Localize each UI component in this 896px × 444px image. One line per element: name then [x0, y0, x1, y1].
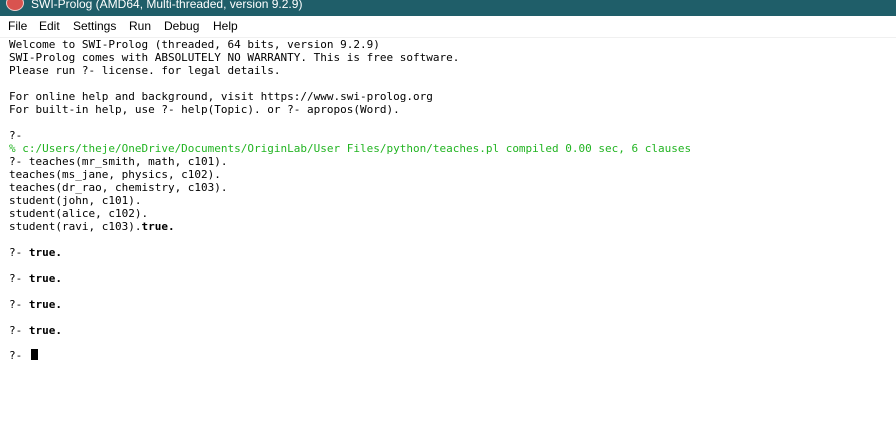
- answer: true.: [28, 298, 62, 311]
- title-bar: SWI-Prolog (AMD64, Multi-threaded, versi…: [0, 0, 896, 16]
- menu-edit[interactable]: Edit: [39, 19, 60, 34]
- swi-prolog-owl-icon[interactable]: [6, 0, 24, 11]
- query-line: student(ravi, c103).true.: [9, 220, 175, 233]
- prompt: ?-: [9, 246, 29, 259]
- answer: true.: [28, 272, 62, 285]
- answer: true.: [28, 324, 62, 337]
- console-output[interactable]: Welcome to SWI-Prolog (threaded, 64 bits…: [9, 37, 889, 437]
- menu-run[interactable]: Run: [129, 19, 151, 34]
- result-line: ?- true.: [9, 246, 62, 259]
- menu-file[interactable]: File: [8, 19, 27, 34]
- banner-line: For online help and background, visit ht…: [9, 90, 433, 103]
- menu-debug[interactable]: Debug: [164, 19, 199, 34]
- query-line: student(john, c101).: [9, 194, 142, 207]
- query-text: student(ravi, c103).: [9, 220, 142, 233]
- result-line: ?- true.: [9, 324, 62, 337]
- prompt: ?-: [9, 272, 29, 285]
- result-line: ?- true.: [9, 298, 62, 311]
- banner-line: For built-in help, use ?- help(Topic). o…: [9, 103, 400, 116]
- query-line: student(alice, c102).: [9, 207, 149, 220]
- text-cursor: [30, 349, 38, 360]
- query-line: teaches(ms_jane, physics, c102).: [9, 168, 221, 181]
- query-line: ?- teaches(mr_smith, math, c101).: [9, 155, 228, 168]
- menu-settings[interactable]: Settings: [73, 19, 116, 34]
- banner-line: SWI-Prolog comes with ABSOLUTELY NO WARR…: [9, 51, 460, 64]
- menu-bar: File Edit Settings Run Debug Help: [0, 16, 896, 38]
- input-line[interactable]: ?-: [9, 349, 38, 362]
- banner-line: Welcome to SWI-Prolog (threaded, 64 bits…: [9, 38, 380, 51]
- menu-help[interactable]: Help: [213, 19, 238, 34]
- consult-message: % c:/Users/theje/OneDrive/Documents/Orig…: [9, 142, 692, 155]
- banner-line: Please run ?- license. for legal details…: [9, 64, 281, 77]
- window-title: SWI-Prolog (AMD64, Multi-threaded, versi…: [31, 0, 303, 11]
- result-line: ?- true.: [9, 272, 62, 285]
- answer: true.: [28, 246, 62, 259]
- prompt: ?-: [9, 298, 29, 311]
- prompt: ?-: [9, 349, 29, 362]
- answer: true.: [141, 220, 175, 233]
- query-line: teaches(dr_rao, chemistry, c103).: [9, 181, 228, 194]
- prompt: ?-: [9, 324, 29, 337]
- prompt: ?-: [9, 129, 23, 142]
